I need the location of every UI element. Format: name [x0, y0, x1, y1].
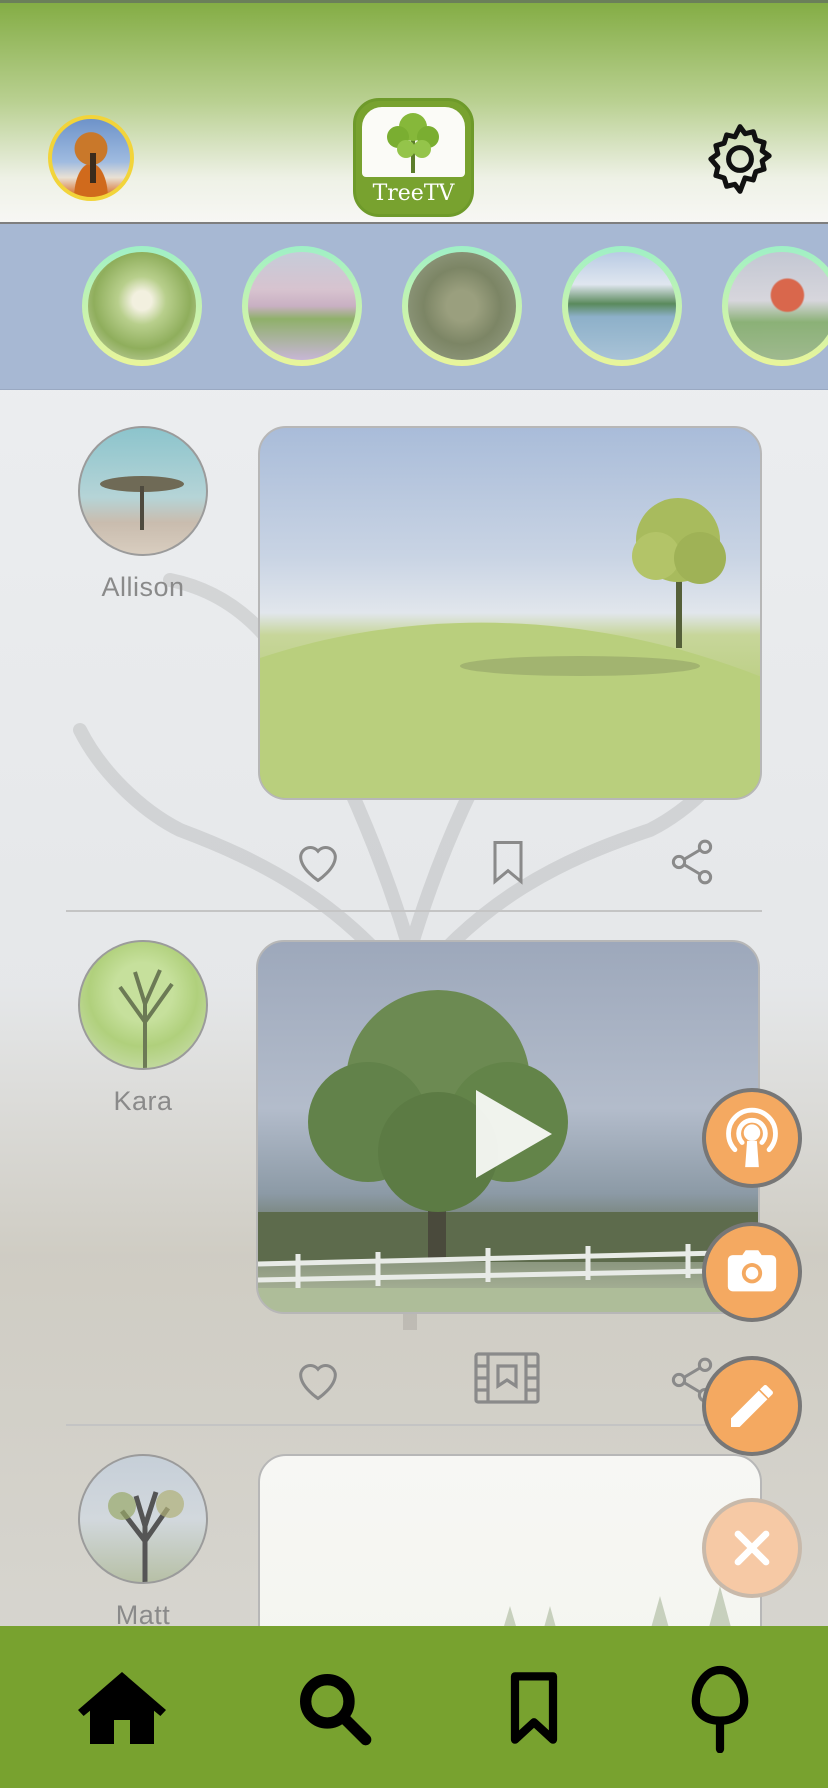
- pencil-icon: [731, 1385, 773, 1427]
- settings-button[interactable]: [702, 121, 778, 197]
- logo-tree-area: [362, 107, 465, 177]
- post-author-name[interactable]: Allison: [78, 572, 208, 603]
- nav-saved[interactable]: [486, 1660, 582, 1756]
- story-1-thumbnail: [88, 252, 196, 360]
- post-video[interactable]: [256, 940, 760, 1314]
- post-image[interactable]: [258, 426, 762, 800]
- film-button[interactable]: [474, 1350, 540, 1406]
- story-5[interactable]: [722, 246, 828, 366]
- compose-button[interactable]: [702, 1356, 802, 1456]
- close-icon: [734, 1530, 770, 1566]
- stories-bar: [0, 224, 828, 390]
- nav-search[interactable]: [286, 1660, 382, 1756]
- nav-home[interactable]: [74, 1660, 170, 1756]
- story-4[interactable]: [562, 246, 682, 366]
- bookmark-icon: [510, 1672, 558, 1744]
- post-image[interactable]: [258, 1454, 762, 1626]
- bookmark-icon: [493, 840, 523, 885]
- story-4-thumbnail: [568, 252, 676, 360]
- post-author-avatar[interactable]: [78, 1454, 208, 1584]
- post-divider: [66, 910, 762, 912]
- post-author-name[interactable]: Matt: [78, 1600, 208, 1626]
- story-3[interactable]: [402, 246, 522, 366]
- film-icon: [474, 1352, 540, 1404]
- lone-tree-on-hill-image: [260, 498, 760, 798]
- share-button[interactable]: [666, 836, 718, 888]
- misty-forest-image: [504, 1586, 731, 1626]
- gear-icon: [708, 124, 772, 194]
- app-header: TreeTV: [0, 0, 828, 224]
- post-divider: [66, 1424, 762, 1426]
- story-3-thumbnail: [408, 252, 516, 360]
- post-author-name[interactable]: Kara: [78, 1086, 208, 1117]
- story-1[interactable]: [82, 246, 202, 366]
- post-author-avatar[interactable]: [78, 940, 208, 1070]
- app-title: TreeTV: [372, 181, 455, 206]
- heart-icon: [299, 1364, 337, 1401]
- tree-icon: [691, 1665, 749, 1753]
- bare-tree-image: [108, 1490, 184, 1582]
- bookmark-button[interactable]: [482, 836, 534, 888]
- acacia-tree-image: [100, 476, 184, 530]
- heart-icon: [299, 846, 337, 883]
- nav-trees[interactable]: [672, 1660, 768, 1756]
- logo-tree-icon: [387, 113, 439, 173]
- close-fab-button[interactable]: [702, 1498, 802, 1598]
- like-button[interactable]: [292, 836, 344, 888]
- share-icon: [671, 839, 713, 885]
- story-2[interactable]: [242, 246, 362, 366]
- podcast-button[interactable]: [702, 1088, 802, 1188]
- story-5-thumbnail: [728, 252, 828, 360]
- bottom-navigation: [0, 1626, 828, 1788]
- green-tree-image: [118, 969, 174, 1068]
- post-author-avatar[interactable]: [78, 426, 208, 556]
- like-button[interactable]: [292, 1354, 344, 1406]
- story-2-thumbnail: [248, 252, 356, 360]
- play-icon[interactable]: [476, 1090, 552, 1178]
- app-logo[interactable]: TreeTV: [353, 98, 474, 217]
- search-icon: [300, 1674, 372, 1746]
- camera-icon: [727, 1250, 777, 1292]
- profile-avatar[interactable]: [48, 115, 134, 201]
- home-icon: [78, 1672, 166, 1744]
- feed[interactable]: Allison Kara Matt: [0, 390, 828, 1626]
- camera-button[interactable]: [702, 1222, 802, 1322]
- podcast-icon: [726, 1107, 778, 1168]
